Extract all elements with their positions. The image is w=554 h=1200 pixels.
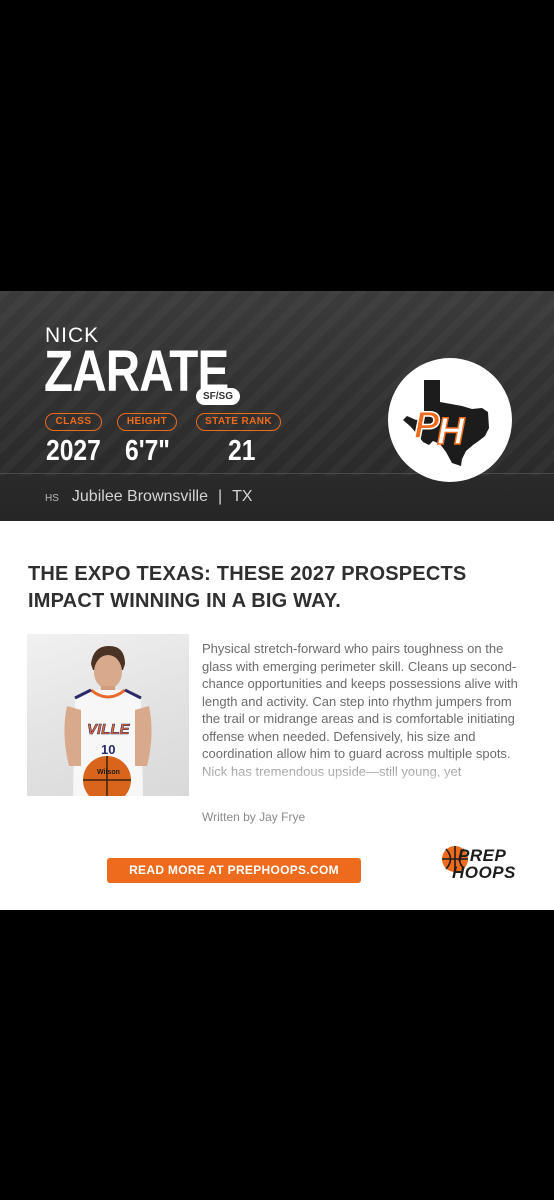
stat-value-height: 6'7" — [125, 435, 170, 467]
player-photo: VILLE 10 Wilson — [27, 634, 189, 796]
article-body: Physical stretch-forward who pairs tough… — [202, 641, 518, 779]
texas-map-icon: P H — [403, 380, 489, 466]
read-more-button[interactable]: READ MORE AT PREPHOOPS.COM — [107, 858, 361, 883]
player-photo-illustration: VILLE 10 Wilson — [64, 646, 152, 796]
position-badge: SF/SG — [196, 388, 241, 405]
stat-value-class: 2027 — [46, 435, 101, 467]
school-name: Jubilee Brownsville — [71, 488, 208, 505]
stat-value-state-rank: 21 — [228, 435, 256, 467]
stat-label-state-rank: STATE RANK — [196, 413, 281, 431]
ball-brand-text: Wilson — [97, 769, 120, 776]
article-byline: Written by Jay Frye — [202, 810, 306, 824]
stat-label-class: CLASS — [45, 413, 102, 431]
prospect-card: NICK ZARATE SF/SG CLASS HEIGHT STATE RAN… — [0, 291, 554, 910]
prep-hoops-logo[interactable]: PREP HOOPS — [440, 844, 530, 884]
jersey-text: VILLE — [87, 721, 130, 738]
player-header: NICK ZARATE SF/SG CLASS HEIGHT STATE RAN… — [0, 291, 554, 521]
jersey-number: 10 — [101, 742, 115, 757]
ph-texas-logo: P H — [388, 358, 512, 482]
school-state: TX — [232, 488, 253, 505]
high-school-row: HS Jubilee Brownsville | TX — [45, 488, 253, 506]
brand-line-hoops: HOOPS — [452, 863, 516, 882]
article-headline: THE EXPO TEXAS: THESE 2027 PROSPECTS IMP… — [28, 563, 467, 612]
brand-line-prep: PREP — [458, 846, 507, 865]
stat-label-height: HEIGHT — [117, 413, 177, 431]
logo-letter-h: H — [437, 411, 466, 453]
hs-label: HS — [45, 493, 59, 504]
school-separator: | — [217, 488, 223, 505]
screen: NICK ZARATE SF/SG CLASS HEIGHT STATE RAN… — [0, 0, 554, 1200]
